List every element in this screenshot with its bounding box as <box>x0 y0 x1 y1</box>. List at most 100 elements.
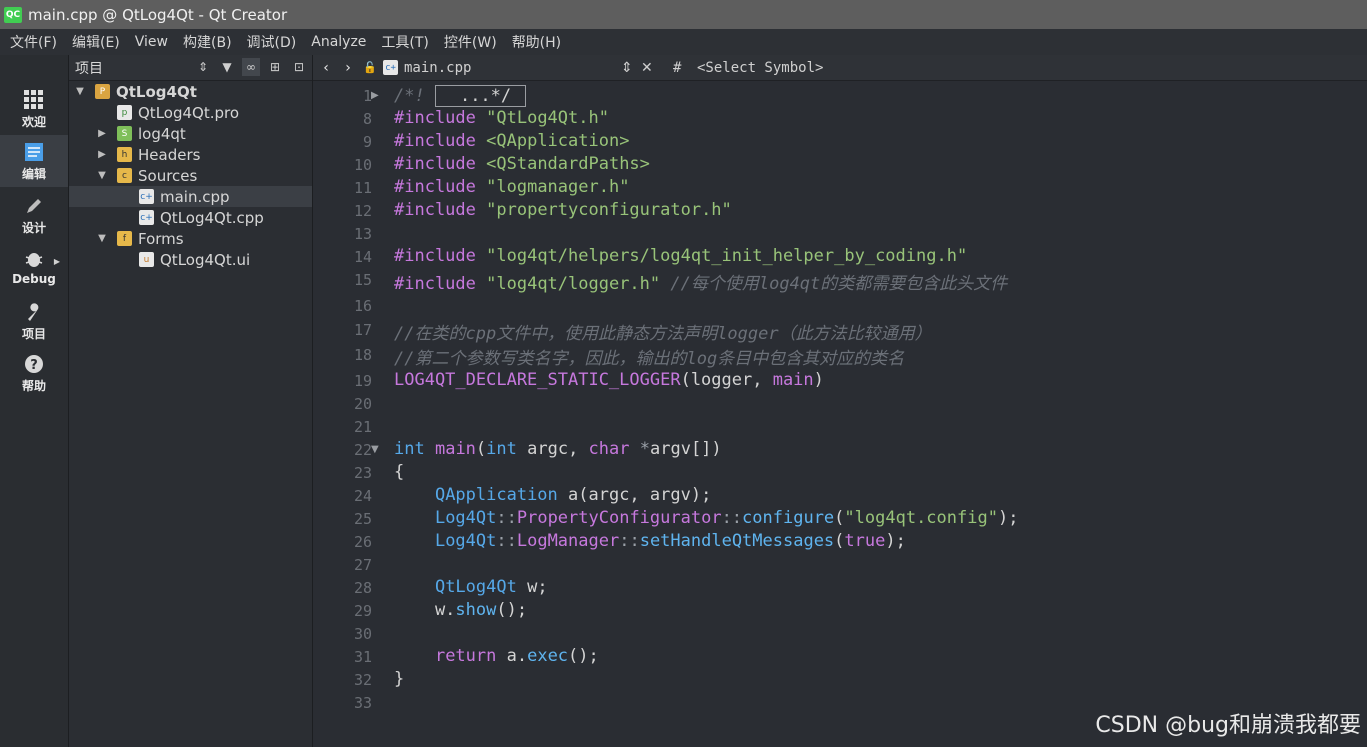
fold-collapse-icon[interactable]: ▼ <box>371 444 379 455</box>
folded-block[interactable]: ...*/ <box>434 85 527 107</box>
line-number: 19 <box>353 372 372 390</box>
collapse-arrow-icon[interactable]: ▼ <box>75 86 85 97</box>
fold-expand-icon[interactable]: ▶ <box>371 90 379 101</box>
tree-item-forms[interactable]: ▼ f Forms <box>69 228 312 249</box>
document-icon <box>23 141 45 163</box>
link-icon[interactable]: ∞ <box>242 58 260 76</box>
expand-arrow-icon[interactable]: ▶ <box>97 128 107 139</box>
project-panel-title[interactable]: 项目 <box>75 58 103 78</box>
mode-edit[interactable]: 编辑 <box>0 135 68 187</box>
line-number: 18 <box>353 346 372 364</box>
menu-controls[interactable]: 控件(W) <box>444 32 497 52</box>
tree-item-headers[interactable]: ▶ h Headers <box>69 144 312 165</box>
project-icon: P <box>95 84 110 99</box>
qt-creator-logo-icon: QC <box>4 6 22 23</box>
line-number: 13 <box>353 225 372 243</box>
open-file-name[interactable]: main.cpp <box>404 60 471 76</box>
project-panel-tools: ⇕ ▼ ∞ ⊞ ⊡ <box>194 58 308 76</box>
cpp-file-icon: c+ <box>383 60 398 75</box>
tree-item-label: QtLog4Qt.pro <box>138 103 240 122</box>
editor-toolbar: ‹ › 🔓 c+ main.cpp ⇕ ✕ # <Select Symbol> <box>313 55 1367 81</box>
code-line: Log4Qt::PropertyConfigurator::configure(… <box>434 508 1019 528</box>
mode-help[interactable]: ? 帮助 <box>0 347 68 399</box>
sources-folder-icon: c <box>117 168 132 183</box>
line-number: 20 <box>353 395 372 413</box>
collapse-arrow-icon[interactable]: ▼ <box>97 233 107 244</box>
line-number: 17 <box>353 321 372 339</box>
code-line: #include "log4qt/logger.h" //每个使用log4qt的… <box>394 274 1008 294</box>
code-line: int main(int argc, char *argv[]) <box>394 439 722 459</box>
line-number: 22 <box>353 441 372 459</box>
tree-item-pro-file[interactable]: p QtLog4Qt.pro <box>69 102 312 123</box>
mode-welcome[interactable]: 欢迎 <box>0 83 68 135</box>
close-file-icon[interactable]: ✕ <box>641 60 653 76</box>
tree-item-project[interactable]: ▼ P QtLog4Qt <box>69 81 312 102</box>
subproject-icon: S <box>117 126 132 141</box>
back-arrow-icon[interactable]: ‹ <box>315 60 337 76</box>
menu-tools[interactable]: 工具(T) <box>381 32 428 52</box>
tree-item-log4qt[interactable]: ▶ S log4qt <box>69 123 312 144</box>
line-number: 21 <box>353 418 372 436</box>
mode-help-label: 帮助 <box>21 378 46 393</box>
line-number: 30 <box>353 625 372 643</box>
line-number: 11 <box>353 179 372 197</box>
filter-icon[interactable]: ▼ <box>218 58 236 76</box>
debug-expand-icon[interactable]: ▶ <box>54 257 60 266</box>
tree-item-label: Forms <box>138 229 184 248</box>
mode-projects[interactable]: 项目 <box>0 295 68 347</box>
close-panel-icon[interactable]: ⊡ <box>290 58 308 76</box>
csdn-watermark: CSDN @bug和崩溃我都要 <box>1095 713 1361 738</box>
svg-text:?: ? <box>30 358 38 373</box>
title-bar: QC main.cpp @ QtLog4Qt - Qt Creator <box>0 0 1367 29</box>
menu-file[interactable]: 文件(F) <box>10 32 57 52</box>
mode-design[interactable]: 设计 <box>0 189 68 241</box>
line-number: 29 <box>353 602 372 620</box>
tree-item-qtlog4qt-cpp[interactable]: c+ QtLog4Qt.cpp <box>69 207 312 228</box>
split-icon[interactable]: ⊞ <box>266 58 284 76</box>
line-number: 33 <box>353 694 372 712</box>
menu-build[interactable]: 构建(B) <box>183 32 232 52</box>
mode-design-label: 设计 <box>21 220 46 235</box>
code-line: w.show(); <box>394 600 528 620</box>
tree-item-label: QtLog4Qt <box>116 82 197 101</box>
mode-debug[interactable]: Debug ▶ <box>0 241 68 293</box>
file-dropdown-icon[interactable]: ⇕ <box>621 60 633 76</box>
mode-edit-label: 编辑 <box>21 166 46 181</box>
expand-arrow-icon[interactable]: ▶ <box>97 149 107 160</box>
line-number: 25 <box>353 510 372 528</box>
line-number: 8 <box>362 110 372 128</box>
mode-welcome-label: 欢迎 <box>21 114 46 129</box>
help-icon: ? <box>23 353 45 375</box>
collapse-arrow-icon[interactable]: ▼ <box>97 170 107 181</box>
menu-analyze[interactable]: Analyze <box>311 34 366 50</box>
tree-item-label: Headers <box>138 145 201 164</box>
code-line: Log4Qt::LogManager::setHandleQtMessages(… <box>434 531 906 551</box>
line-number: 1 <box>362 87 372 105</box>
menu-view[interactable]: View <box>135 34 168 50</box>
code-line: //第二个参数写类名字，因此，输出的log条目中包含其对应的类名 <box>394 349 905 369</box>
menu-edit[interactable]: 编辑(E) <box>72 32 120 52</box>
updown-icon[interactable]: ⇕ <box>194 58 212 76</box>
line-number: 10 <box>353 156 372 174</box>
code-line: #include <QApplication> <box>394 131 630 151</box>
code-line: #include "logmanager.h" <box>394 177 630 197</box>
tree-item-ui-file[interactable]: u QtLog4Qt.ui <box>69 249 312 270</box>
code-line: } <box>394 669 405 689</box>
tree-item-main-cpp[interactable]: c+ main.cpp <box>69 186 312 207</box>
symbol-selector[interactable]: <Select Symbol> <box>697 60 823 76</box>
mode-projects-label: 项目 <box>21 326 46 341</box>
menu-help[interactable]: 帮助(H) <box>512 32 561 52</box>
bug-icon <box>23 248 45 270</box>
pencil-icon <box>23 195 45 217</box>
wrench-icon <box>23 301 45 323</box>
menu-debug[interactable]: 调试(D) <box>247 32 297 52</box>
forward-arrow-icon[interactable]: › <box>337 60 359 76</box>
tree-item-label: Sources <box>138 166 198 185</box>
tree-item-sources[interactable]: ▼ c Sources <box>69 165 312 186</box>
code-line: #include "QtLog4Qt.h" <box>394 108 609 128</box>
cpp-file-icon: c+ <box>139 189 154 204</box>
code-line: QtLog4Qt w; <box>434 577 548 597</box>
line-number: 16 <box>353 297 372 315</box>
code-line: { <box>394 462 405 482</box>
symbol-hash: # <box>673 59 682 76</box>
